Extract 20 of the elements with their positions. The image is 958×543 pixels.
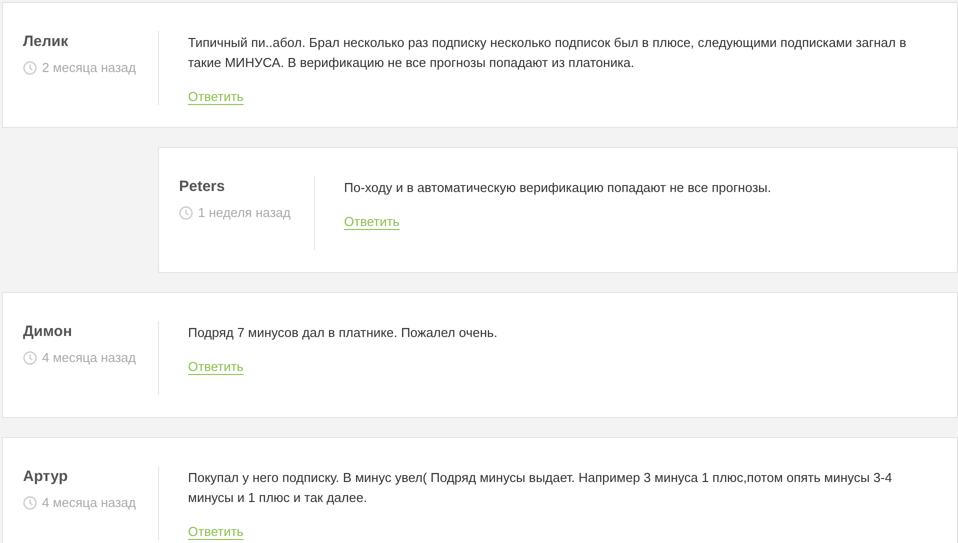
comment-text: Покупал у него подписку. В минус увел( Подряд минусы выдает. Например 3 минуса 1 плюс,потом опять минусы 3-4 минусы и 1 плюс и так далее. (188, 469, 894, 507)
reply-link[interactable]: Ответить (188, 89, 244, 104)
comment-time: 1 неделя назад (198, 205, 291, 220)
comment-text: Подряд 7 минусов дал в платнике. Пожалел очень. (188, 324, 498, 342)
comment-time: 4 месяца назад (42, 350, 136, 365)
comment-author: Димон (23, 323, 74, 340)
comment-time: 2 месяца назад (42, 60, 136, 75)
reply-link[interactable]: Ответить (344, 214, 400, 229)
reply-link[interactable]: Ответить (188, 524, 244, 539)
clock-icon (179, 206, 193, 220)
comment-text: По-ходу и в автоматическую верификацию попадают не все прогнозы. (344, 179, 772, 197)
clock-icon (23, 60, 37, 74)
comment-author: Peters (179, 178, 226, 195)
clock-icon (23, 496, 37, 510)
reply-link[interactable]: Ответить (188, 359, 244, 374)
clock-icon (23, 350, 37, 364)
comment-author: Артур (23, 468, 69, 485)
comment-author: Лелик (23, 33, 70, 50)
comment-text: Типичный пи..абол. Брал несколько раз подписку несколько подписок был в плюсе, следующими подписками загнал в такие МИНУСА. В верификацию не все прогнозы попадают из платоника. (188, 34, 908, 72)
comment-time: 4 месяца назад (42, 495, 136, 510)
